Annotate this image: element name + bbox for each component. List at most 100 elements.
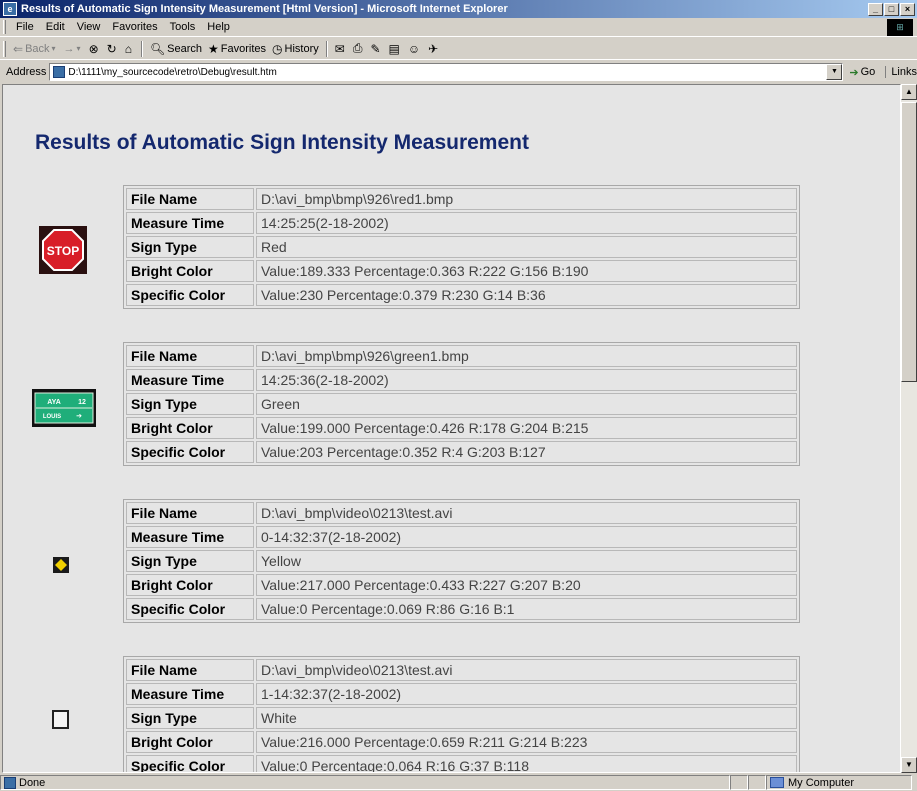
links-button[interactable]: Links xyxy=(885,66,917,78)
vertical-scrollbar[interactable]: ▲ ▼ xyxy=(901,84,917,773)
address-input[interactable]: D:\1111\my_sourcecode\retro\Debug\result… xyxy=(49,63,844,81)
messenger-button[interactable]: ☺ xyxy=(405,42,425,56)
green-sign-text: LOUIS xyxy=(43,414,61,420)
field-value: Red xyxy=(256,236,797,258)
history-label: History xyxy=(284,42,319,55)
print-button[interactable]: ⎙ xyxy=(350,41,368,56)
field-value: 14:25:36(2-18-2002) xyxy=(256,369,797,391)
field-label: Sign Type xyxy=(126,707,254,729)
white-sign-icon xyxy=(52,710,69,729)
table-row: File Name D:\avi_bmp\bmp\926\green1.bmp xyxy=(126,345,797,367)
history-icon: ◷ xyxy=(272,41,283,56)
record-2: File Name D:\avi_bmp\bmp\926\green1.bmp M… xyxy=(123,342,800,466)
edit-button[interactable]: ✎ xyxy=(367,42,385,56)
toolbar-separator xyxy=(140,40,143,57)
scroll-up-icon[interactable]: ▲ xyxy=(901,84,917,100)
record-table: File Name D:\avi_bmp\video\0213\test.avi … xyxy=(123,656,800,772)
print-icon: ⎙ xyxy=(352,41,363,55)
mail-icon: ✉ xyxy=(334,41,345,56)
address-dropdown-icon[interactable]: ▼ xyxy=(826,64,843,80)
search-button[interactable]: 🔍︎ Search xyxy=(147,42,205,56)
discuss-button[interactable]: ▤ xyxy=(386,42,405,56)
field-label: Measure Time xyxy=(126,526,254,548)
green-guide-sign-icon: AYA 12 LOUIS ➔ xyxy=(32,389,96,427)
menu-favorites[interactable]: Favorites xyxy=(106,21,163,33)
scroll-down-icon[interactable]: ▼ xyxy=(901,757,917,773)
field-value: 0-14:32:37(2-18-2002) xyxy=(256,526,797,548)
home-icon: ⌂ xyxy=(124,41,132,56)
toolbar-separator xyxy=(325,40,328,57)
table-row: Measure Time 14:25:36(2-18-2002) xyxy=(126,369,797,391)
field-label: Sign Type xyxy=(126,550,254,572)
table-row: Sign Type Red xyxy=(126,236,797,258)
table-row: Sign Type Yellow xyxy=(126,550,797,572)
home-button[interactable]: ⌂ xyxy=(122,42,137,56)
favorites-button[interactable]: ★ Favorites xyxy=(205,42,269,56)
field-label: Measure Time xyxy=(126,212,254,234)
table-row: Bright Color Value:189.333 Percentage:0.3… xyxy=(126,260,797,282)
field-label: Bright Color xyxy=(126,731,254,753)
back-button[interactable]: ⇐ Back ▾ xyxy=(10,42,61,56)
forward-arrow-icon: → xyxy=(63,42,75,55)
forward-button[interactable]: → ▾ xyxy=(61,43,86,55)
research-button[interactable]: ✈ xyxy=(425,42,443,56)
maximize-button[interactable]: □ xyxy=(884,2,899,16)
svg-text:➔: ➔ xyxy=(76,413,82,420)
field-value: Value:230 Percentage:0.379 R:230 G:14 B:… xyxy=(256,284,797,306)
field-label: File Name xyxy=(126,502,254,524)
stop-sign-text: STOP xyxy=(47,244,79,258)
menu-file[interactable]: File xyxy=(10,21,40,33)
green-sign-text: AYA xyxy=(47,399,61,406)
field-label: Specific Color xyxy=(126,441,254,463)
table-row: Specific Color Value:0 Percentage:0.064 R… xyxy=(126,755,797,772)
table-row: Bright Color Value:217.000 Percentage:0.4… xyxy=(126,574,797,596)
menu-grip[interactable] xyxy=(3,20,6,34)
favorites-icon: ★ xyxy=(208,41,219,56)
mail-button[interactable]: ✉ xyxy=(332,42,350,56)
page-title: Results of Automatic Sign Intensity Meas… xyxy=(35,131,529,154)
yellow-diamond-sign-icon xyxy=(53,557,69,573)
field-value: Value:0 Percentage:0.064 R:16 G:37 B:118 xyxy=(256,755,797,772)
minimize-button[interactable]: _ xyxy=(868,2,883,16)
menu-edit[interactable]: Edit xyxy=(40,21,71,33)
status-pane xyxy=(748,775,766,790)
title-bar[interactable]: e Results of Automatic Sign Intensity Me… xyxy=(0,0,917,18)
go-arrow-icon: ➔ xyxy=(849,66,859,79)
table-row: Bright Color Value:199.000 Percentage:0.4… xyxy=(126,417,797,439)
page-body: Results of Automatic Sign Intensity Meas… xyxy=(3,85,900,772)
field-value: D:\avi_bmp\bmp\926\red1.bmp xyxy=(256,188,797,210)
window-title: Results of Automatic Sign Intensity Meas… xyxy=(21,3,508,15)
scroll-thumb[interactable] xyxy=(901,102,917,382)
field-label: File Name xyxy=(126,345,254,367)
menu-help[interactable]: Help xyxy=(201,21,236,33)
toolbar-grip[interactable] xyxy=(3,40,6,57)
field-label: Specific Color xyxy=(126,284,254,306)
go-button[interactable]: ➔ Go xyxy=(849,66,875,79)
status-done: Done xyxy=(19,776,46,789)
refresh-button[interactable]: ↻ xyxy=(104,42,122,56)
table-row: Bright Color Value:216.000 Percentage:0.6… xyxy=(126,731,797,753)
field-value: Yellow xyxy=(256,550,797,572)
menu-view[interactable]: View xyxy=(71,21,107,33)
field-label: Sign Type xyxy=(126,236,254,258)
close-button[interactable]: × xyxy=(900,2,915,16)
research-icon: ✈ xyxy=(428,41,439,56)
table-row: Specific Color Value:230 Percentage:0.379… xyxy=(126,284,797,306)
refresh-icon: ↻ xyxy=(106,41,117,56)
stop-button[interactable]: ⊗ xyxy=(86,42,104,56)
record-table: File Name D:\avi_bmp\bmp\926\green1.bmp M… xyxy=(123,342,800,466)
chevron-down-icon: ▾ xyxy=(51,44,56,53)
menu-tools[interactable]: Tools xyxy=(164,21,202,33)
history-button[interactable]: ◷ History xyxy=(269,42,322,56)
field-label: Measure Time xyxy=(126,369,254,391)
record-4: File Name D:\avi_bmp\video\0213\test.avi … xyxy=(123,656,800,772)
go-label: Go xyxy=(860,66,876,78)
table-row: Sign Type White xyxy=(126,707,797,729)
field-label: File Name xyxy=(126,659,254,681)
field-label: Bright Color xyxy=(126,260,254,282)
field-label: Specific Color xyxy=(126,755,254,772)
table-row: Sign Type Green xyxy=(126,393,797,415)
page-icon xyxy=(53,66,66,78)
chevron-down-icon: ▾ xyxy=(76,44,81,53)
field-value: D:\avi_bmp\video\0213\test.avi xyxy=(256,502,797,524)
